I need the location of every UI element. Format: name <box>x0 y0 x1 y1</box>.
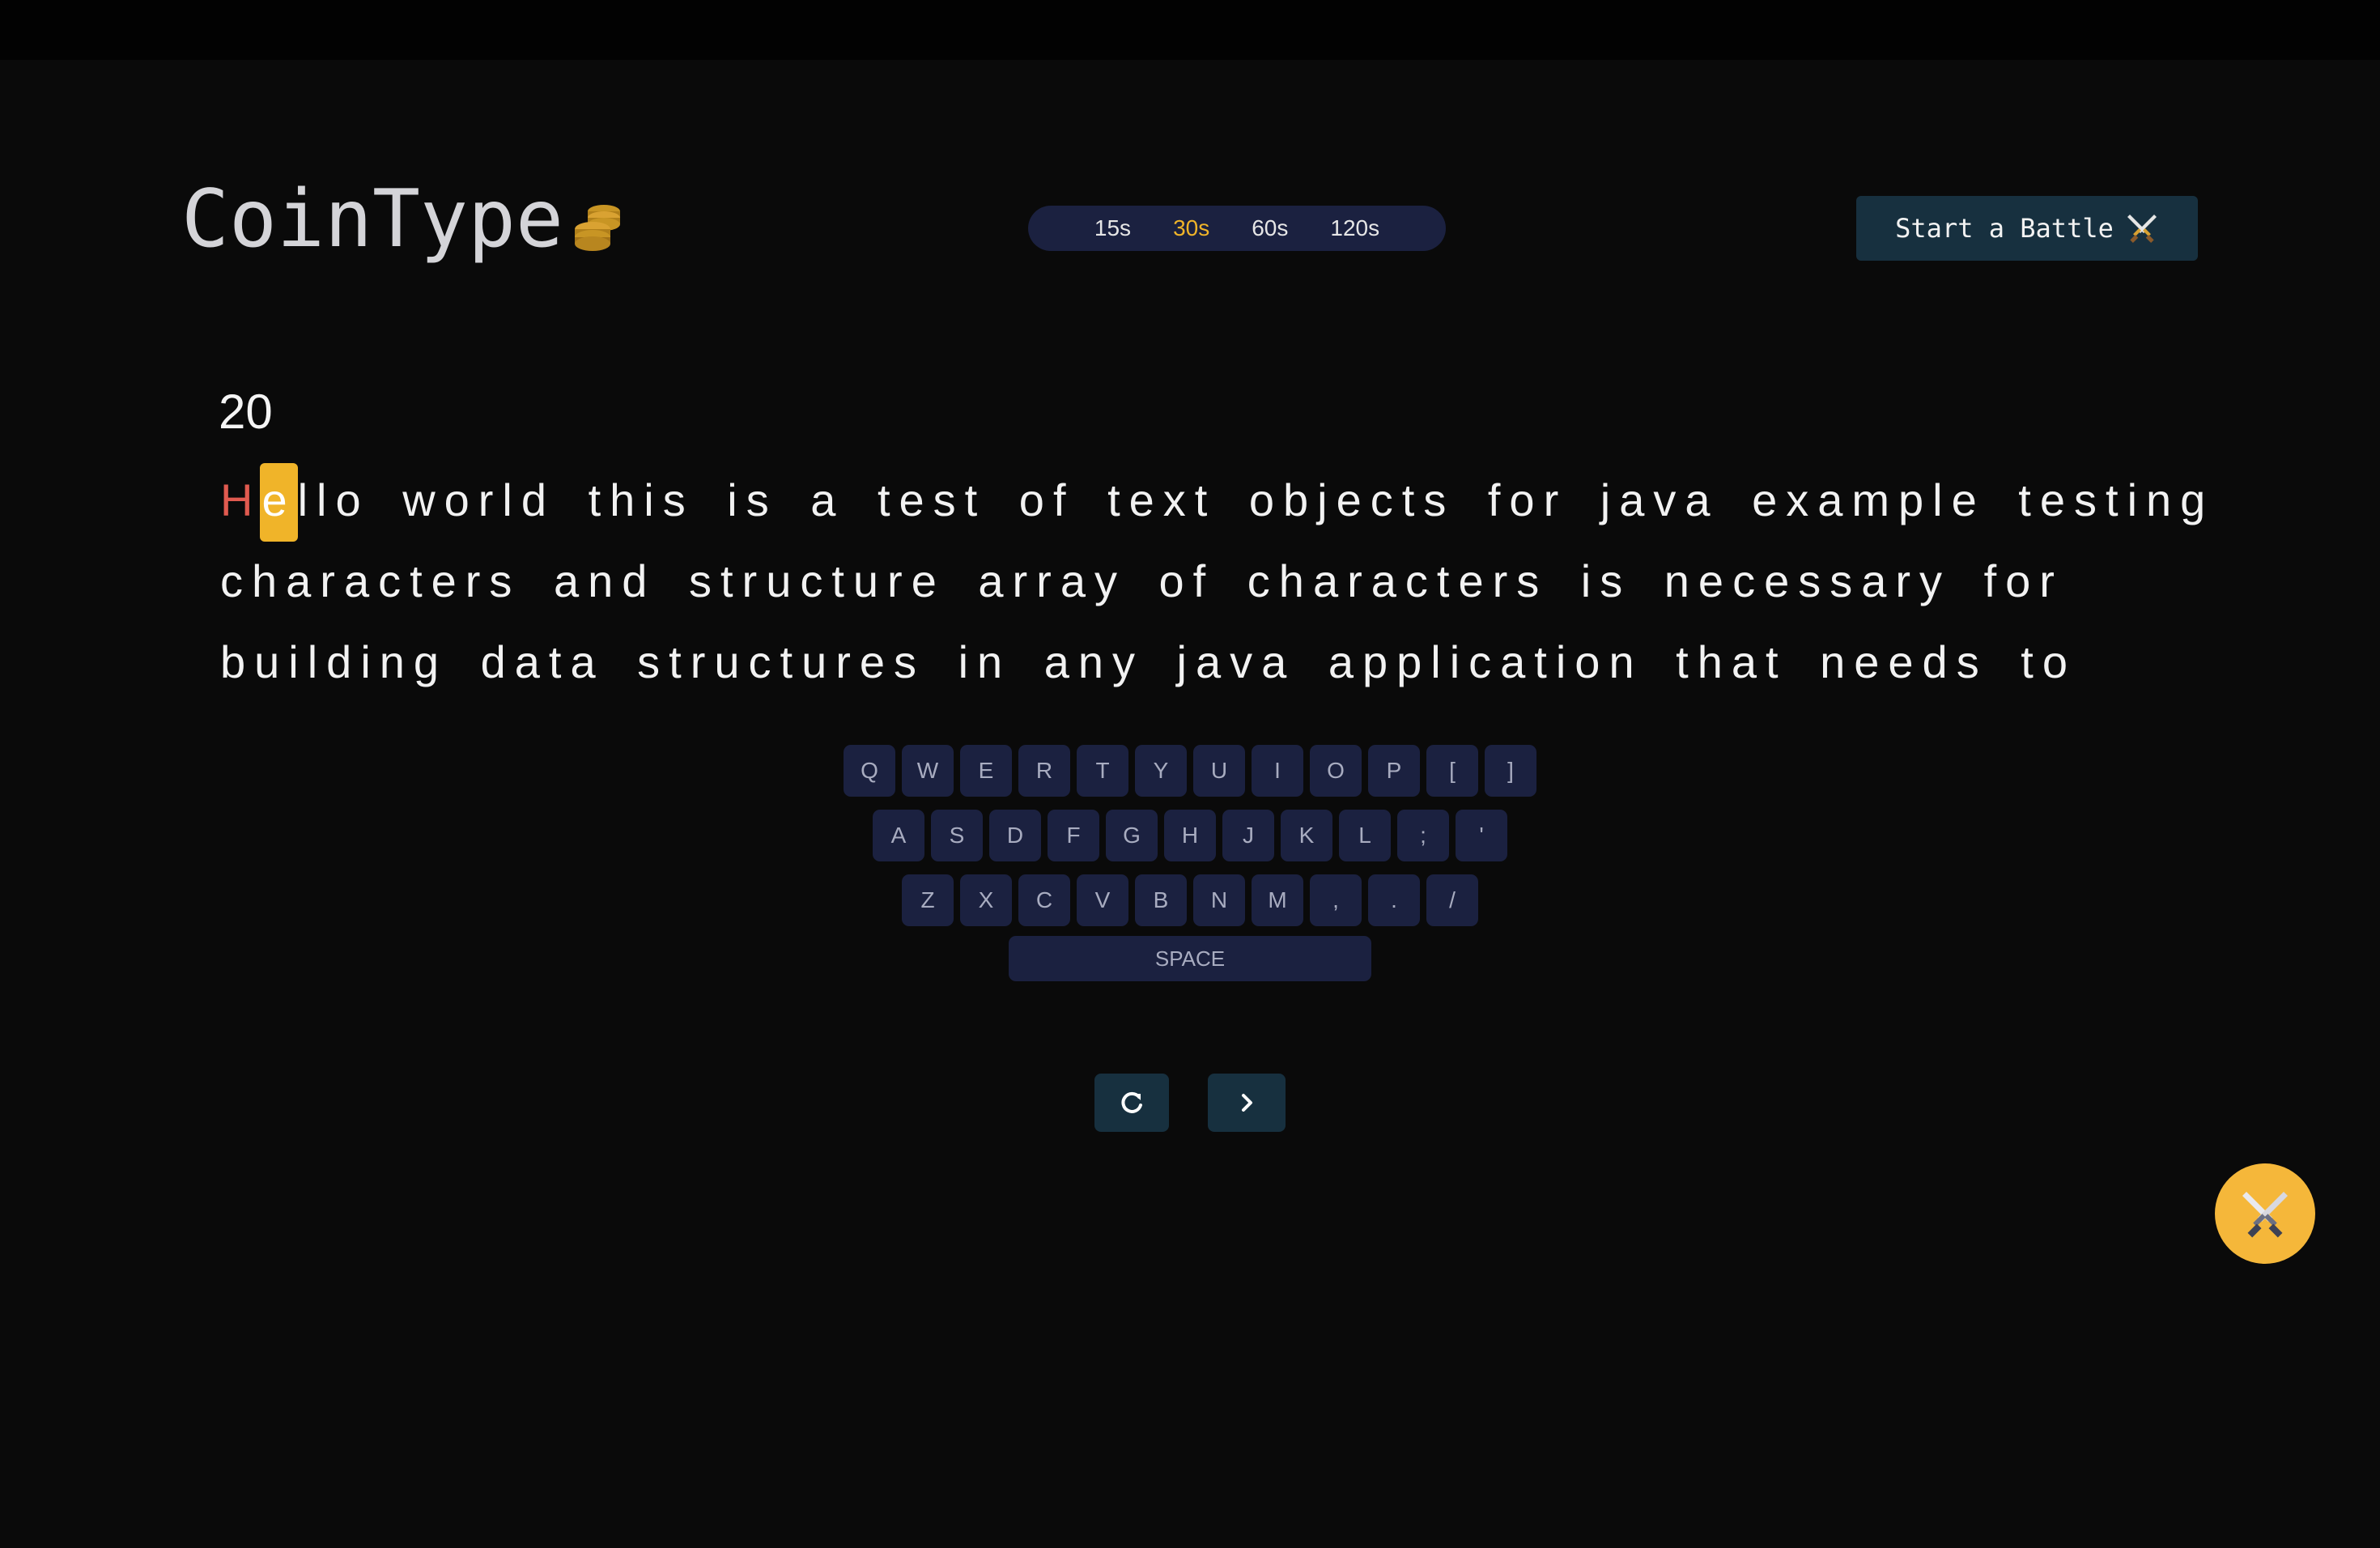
key-space[interactable]: SPACE <box>1009 936 1371 981</box>
key-slash[interactable]: / <box>1426 874 1478 926</box>
battle-fab-button[interactable] <box>2215 1163 2315 1264</box>
key-r[interactable]: R <box>1018 745 1070 797</box>
key-p[interactable]: P <box>1368 745 1420 797</box>
key-y[interactable]: Y <box>1135 745 1187 797</box>
key-l[interactable]: L <box>1339 810 1391 861</box>
time-option-15s[interactable]: 15s <box>1073 215 1152 241</box>
remaining-text: llo world this is a test of text objects… <box>297 474 2215 525</box>
key-c[interactable]: C <box>1018 874 1070 926</box>
browser-top-bar <box>0 0 2380 60</box>
current-character-cursor: e <box>260 463 298 542</box>
key-b[interactable]: B <box>1135 874 1187 926</box>
key-apostrophe[interactable]: ' <box>1456 810 1507 861</box>
time-option-30s[interactable]: 30s <box>1152 215 1230 241</box>
key-v[interactable]: V <box>1077 874 1128 926</box>
app-logo[interactable]: CoinType <box>181 180 625 259</box>
start-battle-label: Start a Battle <box>1895 213 2114 244</box>
key-x[interactable]: X <box>960 874 1012 926</box>
key-comma[interactable]: , <box>1310 874 1362 926</box>
key-o[interactable]: O <box>1310 745 1362 797</box>
test-controls <box>1094 1074 1286 1132</box>
key-right-bracket[interactable]: ] <box>1485 745 1536 797</box>
key-j[interactable]: J <box>1222 810 1274 861</box>
key-s[interactable]: S <box>931 810 983 861</box>
crossed-swords-icon <box>2127 215 2157 243</box>
start-battle-button[interactable]: Start a Battle <box>1856 196 2198 261</box>
crossed-swords-icon <box>2242 1192 2288 1238</box>
keyboard-row-1: Q W E R T Y U I O P [ ] <box>0 745 2380 797</box>
key-z[interactable]: Z <box>902 874 954 926</box>
key-q[interactable]: Q <box>844 745 895 797</box>
key-w[interactable]: W <box>902 745 954 797</box>
next-test-button[interactable] <box>1208 1074 1286 1132</box>
time-option-60s[interactable]: 60s <box>1230 215 1309 241</box>
typing-text[interactable]: Hello world this is a test of text objec… <box>220 460 2205 703</box>
key-f[interactable]: F <box>1048 810 1099 861</box>
key-semicolon[interactable]: ; <box>1397 810 1449 861</box>
text-line-1: Hello world this is a test of text objec… <box>220 460 2205 542</box>
chevron-right-icon <box>1242 1094 1252 1112</box>
key-t[interactable]: T <box>1077 745 1128 797</box>
key-left-bracket[interactable]: [ <box>1426 745 1478 797</box>
key-a[interactable]: A <box>873 810 924 861</box>
typed-character: H <box>220 474 262 525</box>
time-option-120s[interactable]: 120s <box>1309 215 1400 241</box>
key-h[interactable]: H <box>1164 810 1216 861</box>
text-line-3: building data structures in any java app… <box>220 636 2076 687</box>
key-k[interactable]: K <box>1281 810 1332 861</box>
key-u[interactable]: U <box>1193 745 1245 797</box>
time-selector: 15s 30s 60s 120s <box>1028 206 1446 251</box>
key-e[interactable]: E <box>960 745 1012 797</box>
text-line-2: characters and structure array of charac… <box>220 555 2063 606</box>
key-g[interactable]: G <box>1106 810 1158 861</box>
on-screen-keyboard: Q W E R T Y U I O P [ ] A S D F G H J K … <box>0 745 2380 994</box>
restart-icon <box>1121 1091 1142 1113</box>
key-i[interactable]: I <box>1252 745 1303 797</box>
restart-button[interactable] <box>1094 1074 1169 1132</box>
countdown-timer: 20 <box>219 385 273 439</box>
coins-icon <box>575 205 621 251</box>
keyboard-row-2: A S D F G H J K L ; ' <box>0 810 2380 861</box>
key-period[interactable]: . <box>1368 874 1420 926</box>
key-m[interactable]: M <box>1252 874 1303 926</box>
key-d[interactable]: D <box>989 810 1041 861</box>
keyboard-row-space: SPACE <box>0 936 2380 981</box>
keyboard-row-3: Z X C V B N M , . / <box>0 874 2380 926</box>
app-title: CoinType <box>181 173 564 266</box>
key-n[interactable]: N <box>1193 874 1245 926</box>
